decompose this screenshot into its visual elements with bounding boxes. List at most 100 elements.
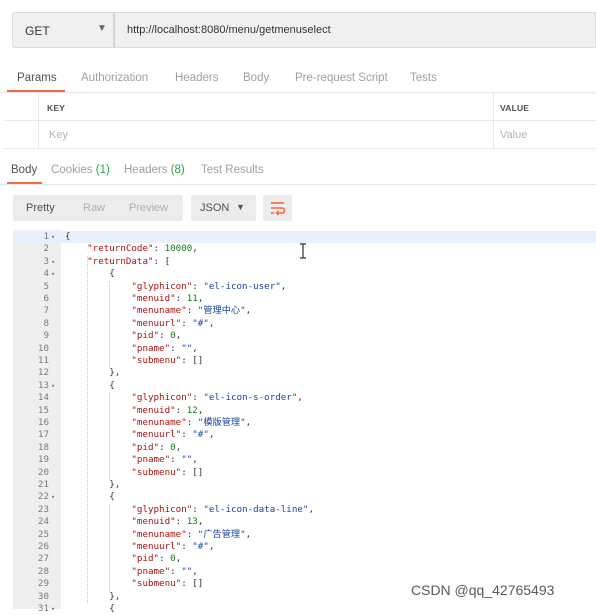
code-line: 15 "menuid": 12, — [13, 405, 596, 417]
code-text: "pid": 0, — [131, 330, 182, 342]
line-number: 5 — [43, 280, 49, 292]
view-mode-group: Pretty Raw Preview — [13, 195, 183, 221]
code-line: 20 "submenu": [] — [13, 467, 596, 479]
indent-guide — [87, 255, 89, 603]
tab-response-body[interactable]: Body — [11, 164, 37, 176]
line-number: 7 — [43, 305, 49, 317]
fold-toggle-icon[interactable]: ▾ — [51, 268, 55, 280]
code-text: { — [65, 379, 115, 391]
response-code-editor[interactable]: 1 ▾{2 "returnCode": 10000, 3 ▾ "returnData"… — [13, 230, 596, 614]
tab-tests[interactable]: Tests — [410, 72, 437, 84]
column-separator — [493, 93, 494, 120]
url-input[interactable]: http://localhost:8080/menu/getmenuselect — [114, 12, 596, 48]
code-line: 7 "menuname": "管理中心", — [13, 305, 596, 317]
line-number: 23 — [37, 503, 49, 515]
tab-pre-request-script[interactable]: Pre-request Script — [295, 72, 388, 84]
code-line: 10 "pname": "", — [13, 343, 596, 355]
code-text: { — [65, 268, 115, 280]
line-number: 13 — [37, 379, 49, 391]
code-text: "menuid": 13, — [131, 516, 204, 528]
code-line: 8 "menuurl": "#", — [13, 318, 596, 330]
wrap-lines-button[interactable] — [263, 195, 292, 221]
code-line: 21 }, — [13, 479, 596, 491]
code-text: "menuname": "模版管理", — [131, 417, 252, 428]
line-number: 3 — [43, 255, 49, 267]
code-text: "glyphicon": "el-icon-s-order", — [131, 392, 303, 404]
code-line: 25 "menuname": "广告管理", — [13, 529, 596, 541]
fold-toggle-icon[interactable]: ▾ — [51, 256, 55, 268]
code-text: "menuid": 12, — [131, 404, 204, 416]
row-checkbox-cell — [4, 121, 39, 148]
line-number: 10 — [37, 342, 49, 354]
code-line: 18 "pid": 0, — [13, 442, 596, 454]
params-input-row: Key Value — [4, 121, 596, 149]
code-line: 12 }, — [13, 367, 596, 379]
code-text: { — [65, 491, 115, 503]
code-text: }, — [65, 367, 121, 379]
chevron-down-icon: ▼ — [236, 202, 245, 212]
line-number: 18 — [37, 441, 49, 453]
code-line: 9 "pid": 0, — [13, 330, 596, 342]
fold-toggle-icon[interactable]: ▾ — [51, 231, 55, 243]
tab-headers[interactable]: Headers — [175, 72, 218, 84]
indent-guide — [109, 503, 111, 591]
line-number: 31 — [37, 603, 49, 614]
column-separator — [493, 121, 494, 148]
preview-button[interactable]: Preview — [129, 202, 168, 214]
params-header-row: KEY VALUE — [4, 93, 596, 121]
tab-cookies[interactable]: Cookies (1) — [51, 164, 110, 176]
code-text: "pname": "", — [131, 454, 198, 466]
code-line: 27 "pid": 0, — [13, 553, 596, 565]
line-number: 28 — [37, 565, 49, 577]
fold-toggle-icon[interactable]: ▾ — [51, 380, 55, 392]
tab-cookies-label: Cookies — [51, 164, 93, 176]
method-select[interactable]: GET ▼ — [12, 12, 114, 48]
line-number: 4 — [43, 268, 49, 280]
indent-guide — [109, 392, 111, 479]
line-number: 1 — [43, 231, 49, 242]
value-input[interactable]: Value — [500, 129, 527, 141]
raw-button[interactable]: Raw — [83, 202, 105, 214]
code-text: }, — [65, 590, 121, 602]
code-text: "submenu": [] — [131, 355, 204, 366]
line-number: 27 — [37, 553, 49, 565]
tab-body[interactable]: Body — [243, 72, 269, 84]
code-text: "glyphicon": "el-icon-data-line", — [131, 503, 314, 515]
tab-test-results[interactable]: Test Results — [201, 164, 264, 176]
code-line: 11 "submenu": [] — [13, 355, 596, 367]
code-text: "glyphicon": "el-icon-user", — [131, 280, 287, 292]
wrap-lines-icon — [271, 202, 286, 216]
fold-toggle-icon[interactable]: ▾ — [51, 603, 55, 615]
divider — [0, 184, 596, 185]
line-number: 29 — [37, 578, 49, 590]
line-number: 20 — [37, 466, 49, 478]
code-line: 23 "glyphicon": "el-icon-data-line", — [13, 504, 596, 516]
line-number: 30 — [37, 590, 49, 602]
format-select-label: JSON — [200, 202, 230, 214]
code-line: 6 "menuid": 11, — [13, 293, 596, 305]
code-line: 28 "pname": "", — [13, 566, 596, 578]
request-tabs: Params Authorization Headers Body Pre-re… — [0, 68, 596, 92]
format-select[interactable]: JSON ▼ — [191, 195, 256, 221]
pretty-button[interactable]: Pretty — [26, 202, 55, 214]
fold-toggle-icon[interactable]: ▾ — [51, 491, 55, 503]
line-number: 2 — [43, 243, 49, 255]
code-text: "returnData": [ — [87, 255, 171, 267]
tab-params[interactable]: Params — [17, 72, 57, 84]
tab-response-headers[interactable]: Headers (8) — [124, 164, 185, 176]
key-input[interactable]: Key — [49, 129, 68, 141]
code-line: 1 ▾ { — [13, 231, 596, 244]
key-column-header: KEY — [47, 103, 66, 113]
cookies-count-badge: (1) — [95, 164, 110, 176]
value-column-header: VALUE — [500, 103, 530, 113]
line-number: 16 — [37, 417, 49, 428]
line-number: 14 — [37, 392, 49, 404]
tab-authorization[interactable]: Authorization — [81, 72, 148, 84]
line-number: 21 — [37, 479, 49, 490]
code-text: }, — [65, 479, 121, 490]
request-bar: GET ▼ http://localhost:8080/menu/getmenu… — [0, 12, 596, 50]
code-text: "pname": "", — [131, 342, 198, 354]
code-text: "pid": 0, — [131, 441, 182, 453]
line-number: 26 — [37, 541, 49, 552]
watermark: CSDN @qq_42765493 — [411, 582, 555, 598]
